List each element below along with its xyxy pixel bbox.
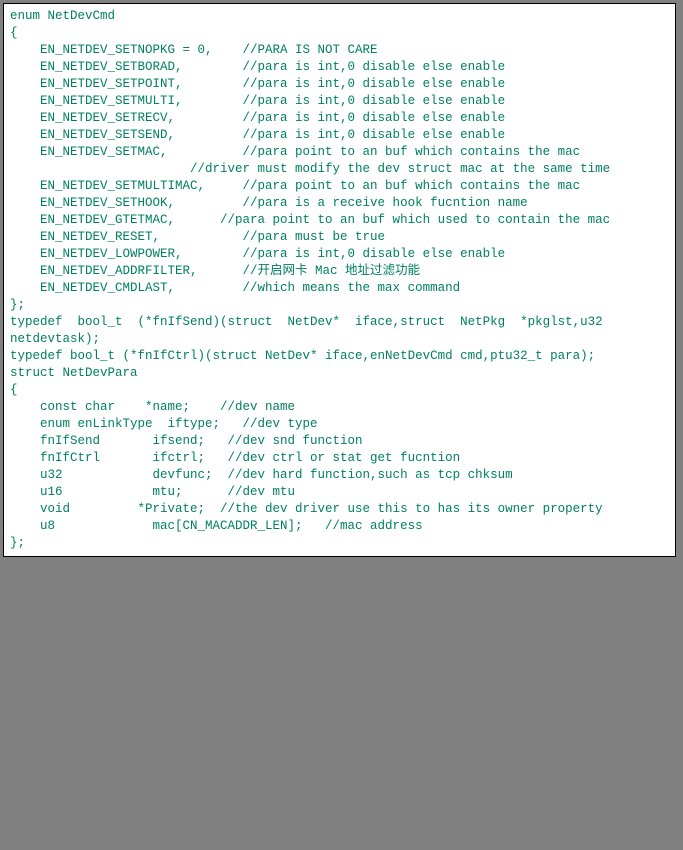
code-line: u8 mac[CN_MACADDR_LEN]; //mac address	[10, 518, 669, 535]
code-line: const char *name; //dev name	[10, 399, 669, 416]
code-line: EN_NETDEV_SETPOINT, //para is int,0 disa…	[10, 76, 669, 93]
code-line: u16 mtu; //dev mtu	[10, 484, 669, 501]
code-line: enum NetDevCmd	[10, 8, 669, 25]
code-line: EN_NETDEV_SETBORAD, //para is int,0 disa…	[10, 59, 669, 76]
code-line: EN_NETDEV_RESET, //para must be true	[10, 229, 669, 246]
code-line: EN_NETDEV_SETMULTIMAC, //para point to a…	[10, 178, 669, 195]
code-line: netdevtask);	[10, 331, 669, 348]
code-line: {	[10, 382, 669, 399]
code-line: EN_NETDEV_LOWPOWER, //para is int,0 disa…	[10, 246, 669, 263]
code-line: EN_NETDEV_CMDLAST, //which means the max…	[10, 280, 669, 297]
code-line: EN_NETDEV_SETSEND, //para is int,0 disab…	[10, 127, 669, 144]
code-line: struct NetDevPara	[10, 365, 669, 382]
code-line: //driver must modify the dev struct mac …	[10, 161, 669, 178]
code-line: EN_NETDEV_GTETMAC, //para point to an bu…	[10, 212, 669, 229]
code-line: };	[10, 297, 669, 314]
code-line: void *Private; //the dev driver use this…	[10, 501, 669, 518]
code-line: EN_NETDEV_SETMAC, //para point to an buf…	[10, 144, 669, 161]
code-block: enum NetDevCmd { EN_NETDEV_SETNOPKG = 0,…	[3, 3, 676, 557]
code-line: typedef bool_t (*fnIfCtrl)(struct NetDev…	[10, 348, 669, 365]
code-line: enum enLinkType iftype; //dev type	[10, 416, 669, 433]
code-line: };	[10, 535, 669, 552]
code-line: fnIfCtrl ifctrl; //dev ctrl or stat get …	[10, 450, 669, 467]
code-line: EN_NETDEV_SETNOPKG = 0, //PARA IS NOT CA…	[10, 42, 669, 59]
code-line: EN_NETDEV_ADDRFILTER, //开启网卡 Mac 地址过滤功能	[10, 263, 669, 280]
code-line: u32 devfunc; //dev hard function,such as…	[10, 467, 669, 484]
code-line: EN_NETDEV_SETHOOK, //para is a receive h…	[10, 195, 669, 212]
code-line: EN_NETDEV_SETMULTI, //para is int,0 disa…	[10, 93, 669, 110]
code-line: EN_NETDEV_SETRECV, //para is int,0 disab…	[10, 110, 669, 127]
code-line: {	[10, 25, 669, 42]
code-line: fnIfSend ifsend; //dev snd function	[10, 433, 669, 450]
code-line: typedef bool_t (*fnIfSend)(struct NetDev…	[10, 314, 669, 331]
